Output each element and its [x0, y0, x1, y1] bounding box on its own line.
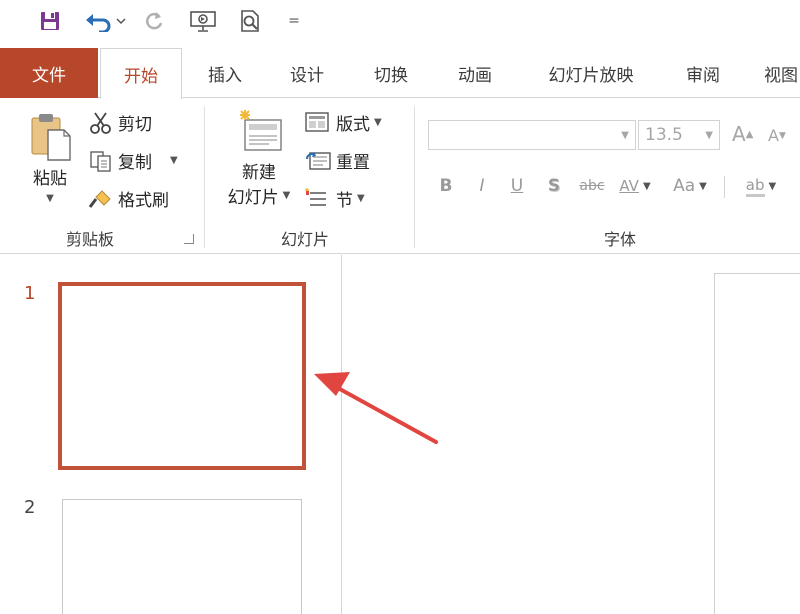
clear-formatting-button[interactable]: ab ▼	[734, 174, 788, 198]
copy-icon	[90, 150, 111, 172]
presenter-view-button[interactable]	[188, 8, 218, 34]
paste-button[interactable]: 粘贴 ▼	[22, 110, 78, 204]
font-group-label: 字体	[603, 230, 636, 249]
ribbon-tabs: 文件 开始 插入 设计 切换 动画 幻灯片放映 审阅 视图	[0, 48, 800, 99]
new-slide-label-line2: 幻灯片	[227, 188, 279, 208]
clipboard-group-label: 剪贴板	[65, 230, 114, 249]
chevron-down-icon[interactable]: ▼	[170, 155, 178, 166]
section-icon	[305, 187, 326, 206]
presenter-view-icon	[190, 11, 216, 32]
slide-thumbnail-1[interactable]	[58, 282, 306, 470]
shrink-font-button[interactable]: A ▼	[768, 126, 786, 145]
font-size-combobox[interactable]: 13.5 ▼	[638, 120, 720, 150]
tab-home[interactable]: 开始	[100, 48, 182, 99]
change-case-label: Aa	[673, 176, 696, 196]
reset-button[interactable]: 重置	[304, 148, 370, 173]
tab-insert[interactable]: 插入	[190, 48, 260, 98]
slide-number: 1	[24, 283, 36, 304]
print-preview-icon	[241, 10, 259, 32]
clear-formatting-label: ab	[745, 176, 765, 197]
new-slide-label-line1: 新建	[242, 163, 276, 183]
save-icon[interactable]	[36, 8, 64, 34]
reset-icon	[306, 151, 331, 170]
shrink-font-label: A	[768, 126, 779, 145]
cut-button[interactable]: 剪切	[88, 110, 152, 135]
cut-label: 剪切	[118, 115, 152, 135]
character-spacing-button[interactable]: AV ▼	[612, 174, 658, 198]
format-painter-icon	[88, 189, 111, 208]
scissors-icon	[90, 111, 111, 134]
tab-design[interactable]: 设计	[272, 48, 342, 98]
ribbon: 粘贴 ▼ 剪切 复制 ▼ 格式刷 剪贴板 新建 幻灯片 ▼ 版式 ▼ 重置 节 …	[0, 98, 800, 254]
slide-thumbnails-pane: 1 2	[0, 255, 342, 614]
grow-font-button[interactable]: A ▲	[732, 122, 753, 146]
current-slide[interactable]	[714, 273, 800, 614]
redo-button[interactable]	[140, 8, 168, 34]
tab-transitions[interactable]: 切换	[356, 48, 426, 98]
format-painter-label: 格式刷	[118, 191, 169, 211]
new-slide-icon	[240, 110, 282, 151]
section-button[interactable]: 节 ▼	[304, 186, 365, 211]
quick-access-toolbar: =	[0, 0, 800, 48]
chevron-down-icon[interactable]: ▼	[621, 130, 629, 141]
format-painter-button[interactable]: 格式刷	[88, 186, 169, 211]
print-preview-button[interactable]	[236, 8, 264, 34]
slide-number: 2	[24, 497, 36, 518]
grow-font-label: A	[732, 122, 746, 146]
section-label: 节	[336, 191, 353, 211]
customize-toolbar-button[interactable]: =	[284, 8, 304, 34]
layout-label: 版式	[336, 115, 370, 135]
chevron-down-icon: ▼	[699, 180, 707, 192]
underline-button[interactable]: U	[505, 174, 529, 198]
divider	[724, 176, 725, 198]
reset-label: 重置	[336, 153, 370, 173]
undo-button[interactable]	[82, 8, 128, 34]
copy-label: 复制	[118, 153, 152, 173]
clipboard-launcher-icon[interactable]	[184, 234, 194, 244]
bold-button[interactable]: B	[434, 174, 458, 198]
group-divider	[414, 106, 415, 248]
layout-button[interactable]: 版式 ▼	[304, 110, 382, 135]
strikethrough-button[interactable]: abc	[575, 174, 609, 198]
chevron-down-icon: ▼	[374, 117, 382, 128]
chevron-down-icon: ▼	[642, 180, 651, 192]
chevron-down-icon: ▼	[46, 193, 54, 204]
new-slide-button[interactable]: 新建 幻灯片 ▼	[222, 108, 296, 208]
slide-editing-canvas	[343, 255, 800, 614]
chevron-down-icon[interactable]: ▼	[705, 130, 713, 141]
group-divider	[204, 106, 205, 248]
redo-icon	[146, 12, 163, 30]
copy-button[interactable]: 复制 ▼	[88, 148, 178, 173]
slides-group-label: 幻灯片	[280, 230, 329, 249]
chevron-down-icon: ▼	[768, 180, 777, 192]
tab-animations[interactable]: 动画	[440, 48, 510, 98]
undo-icon	[86, 14, 126, 32]
tab-view[interactable]: 视图	[752, 48, 800, 98]
font-name-combobox[interactable]: ▼	[428, 120, 636, 150]
change-case-button[interactable]: Aa ▼	[666, 174, 714, 198]
layout-icon	[305, 111, 329, 132]
paste-icon	[31, 114, 71, 161]
slide-thumbnail-2[interactable]	[62, 499, 302, 614]
chevron-down-icon[interactable]: ▼	[283, 190, 291, 201]
tab-slide-show[interactable]: 幻灯片放映	[526, 48, 656, 98]
tab-file[interactable]: 文件	[0, 48, 98, 98]
tab-review[interactable]: 审阅	[668, 48, 738, 98]
font-size-value: 13.5	[645, 125, 683, 145]
chevron-down-icon: ▼	[357, 193, 365, 204]
italic-button[interactable]: I	[470, 174, 494, 198]
character-spacing-label: AV	[619, 177, 639, 195]
paste-label: 粘贴	[33, 169, 67, 189]
text-shadow-button[interactable]: S	[542, 174, 566, 198]
